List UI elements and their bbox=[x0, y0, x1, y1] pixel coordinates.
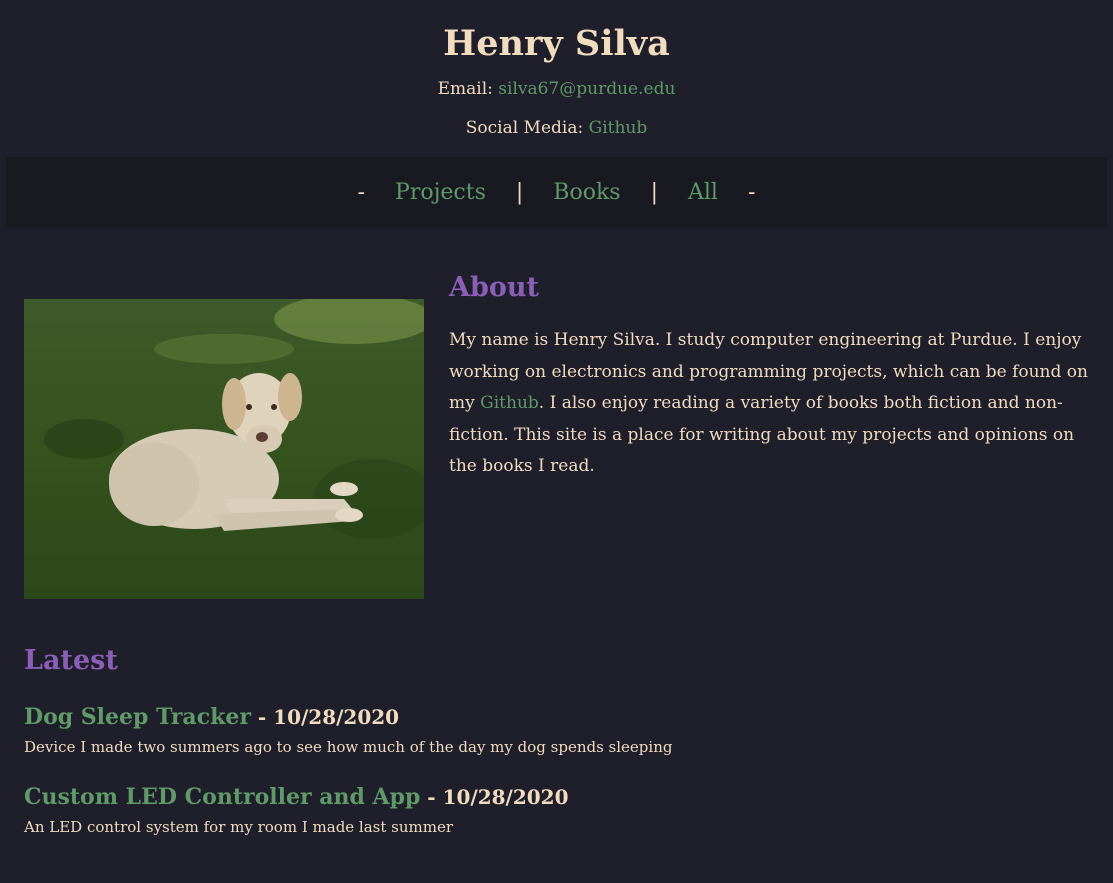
post-item: Dog Sleep Tracker - 10/28/2020 Device I … bbox=[24, 702, 1094, 756]
social-line: Social Media: Github bbox=[0, 117, 1113, 139]
latest-section: Latest Dog Sleep Tracker - 10/28/2020 De… bbox=[24, 645, 1094, 836]
email-label: Email: bbox=[437, 79, 493, 99]
nav-separator: | bbox=[650, 180, 658, 205]
post-item: Custom LED Controller and App - 10/28/20… bbox=[24, 782, 1094, 836]
site-header: Henry Silva Email: silva67@purdue.edu So… bbox=[0, 0, 1113, 139]
email-line: Email: silva67@purdue.edu bbox=[0, 78, 1113, 100]
dog-photo-icon bbox=[24, 299, 424, 599]
dog-photo bbox=[24, 299, 424, 599]
nav-bar: - Projects | Books | All - bbox=[6, 157, 1107, 228]
nav-separator: | bbox=[515, 180, 524, 205]
about-paragraph: My name is Henry Silva. I study computer… bbox=[449, 325, 1089, 483]
site-title: Henry Silva bbox=[443, 23, 670, 64]
about-github-link[interactable]: Github bbox=[480, 393, 539, 413]
nav-dash-right: - bbox=[747, 180, 756, 205]
nav-item-all[interactable]: All bbox=[688, 180, 718, 205]
about-content: About My name is Henry Silva. I study co… bbox=[449, 272, 1089, 483]
post-date: - 10/28/2020 bbox=[250, 705, 400, 729]
nav-item-projects[interactable]: Projects bbox=[395, 180, 486, 205]
nav-item-books[interactable]: Books bbox=[553, 180, 620, 205]
post-title-line: Dog Sleep Tracker - 10/28/2020 bbox=[24, 702, 1094, 732]
nav-dash-left: - bbox=[357, 180, 366, 205]
email-link[interactable]: silva67@purdue.edu bbox=[498, 79, 675, 99]
about-text-after: . I also enjoy reading a variety of book… bbox=[449, 393, 1075, 476]
about-heading: About bbox=[449, 272, 539, 303]
post-description: Device I made two summers ago to see how… bbox=[24, 738, 673, 756]
post-title-link[interactable]: Custom LED Controller and App bbox=[24, 784, 420, 810]
post-title-link[interactable]: Dog Sleep Tracker bbox=[24, 704, 251, 730]
latest-heading: Latest bbox=[24, 645, 118, 676]
github-link[interactable]: Github bbox=[589, 118, 648, 138]
post-date: - 10/28/2020 bbox=[420, 785, 569, 809]
post-description: An LED control system for my room I made… bbox=[24, 818, 454, 836]
post-title-line: Custom LED Controller and App - 10/28/20… bbox=[24, 782, 1094, 812]
social-label: Social Media: bbox=[465, 118, 584, 138]
